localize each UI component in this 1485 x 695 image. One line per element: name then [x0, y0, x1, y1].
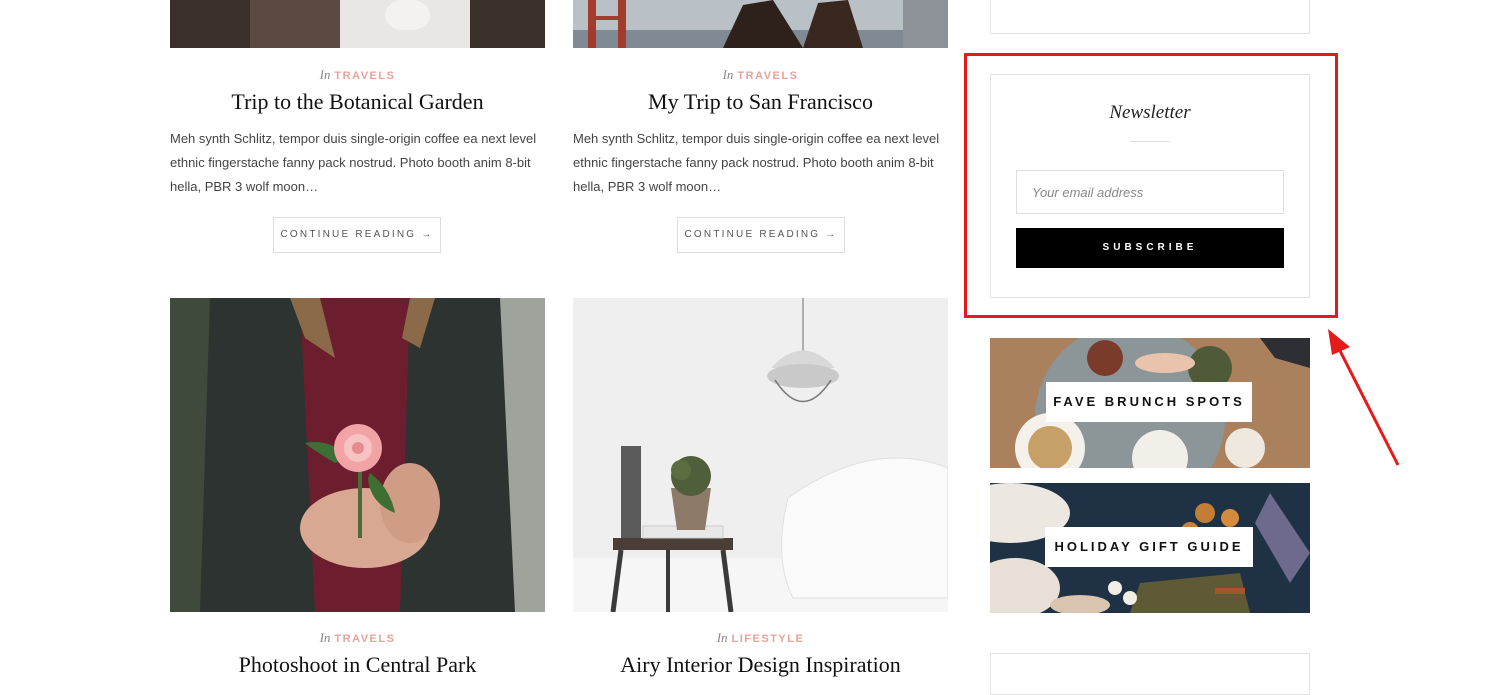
category-link-travels[interactable]: TRAVELS: [334, 633, 395, 645]
post-category: In TRAVELS: [573, 67, 948, 83]
post-image-san-francisco[interactable]: [573, 0, 948, 48]
highlight-box: [964, 53, 1338, 318]
promo-label: FAVE BRUNCH SPOTS: [1046, 382, 1252, 422]
post-title[interactable]: Trip to the Botanical Garden: [170, 89, 545, 115]
category-prefix: In: [319, 630, 331, 645]
promo-holiday-gift-guide[interactable]: HOLIDAY GIFT GUIDE: [990, 483, 1310, 613]
post-image-graphic: [573, 0, 948, 48]
post-image-graphic: [573, 298, 948, 612]
post-title[interactable]: Airy Interior Design Inspiration: [573, 652, 948, 678]
promo-fave-brunch-spots[interactable]: FAVE BRUNCH SPOTS: [990, 338, 1310, 468]
category-prefix: In: [722, 67, 734, 82]
post-excerpt: Meh synth Schlitz, tempor duis single-or…: [573, 131, 940, 194]
post-title[interactable]: My Trip to San Francisco: [573, 89, 948, 115]
category-prefix: In: [716, 630, 728, 645]
post-category: In TRAVELS: [170, 630, 545, 646]
category-link-travels[interactable]: TRAVELS: [334, 70, 395, 82]
annotation-arrow-icon: [1328, 329, 1400, 466]
post-image-botanical-garden[interactable]: [170, 0, 545, 48]
post-category: In LIFESTYLE: [573, 630, 948, 646]
post-image-graphic: [170, 298, 545, 612]
sidebar-widget-bottom: [990, 653, 1310, 695]
post-image-central-park[interactable]: [170, 298, 545, 612]
post-category: In TRAVELS: [170, 67, 545, 83]
promo-label: HOLIDAY GIFT GUIDE: [1045, 527, 1253, 567]
post-image-graphic: [170, 0, 545, 48]
post-image-interior-design[interactable]: [573, 298, 948, 612]
category-link-travels[interactable]: TRAVELS: [737, 70, 798, 82]
category-prefix: In: [319, 67, 331, 82]
post-excerpt: Meh synth Schlitz, tempor duis single-or…: [170, 131, 537, 194]
continue-reading-button[interactable]: CONTINUE READING →: [273, 217, 441, 253]
post-title[interactable]: Photoshoot in Central Park: [170, 652, 545, 678]
category-link-lifestyle[interactable]: LIFESTYLE: [732, 633, 805, 645]
sidebar-widget-top: [990, 0, 1310, 34]
continue-reading-button[interactable]: CONTINUE READING →: [677, 217, 845, 253]
